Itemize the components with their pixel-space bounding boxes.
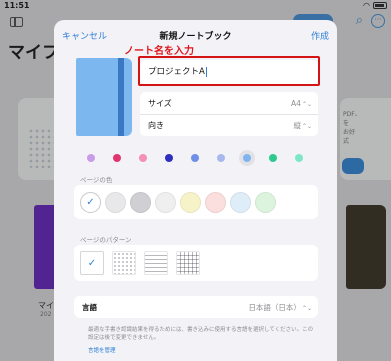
page-color-picker: ✓ bbox=[74, 185, 318, 219]
settings-group: サイズ A4⌃⌄ 向き 縦⌃⌄ bbox=[140, 92, 318, 136]
sheet-header: キャンセル 新規ノートブック 作成 bbox=[54, 20, 337, 50]
orientation-label: 向き bbox=[148, 121, 164, 130]
page-color-swatch[interactable] bbox=[255, 191, 276, 213]
language-row[interactable]: 言語 日本語（日本）⌃⌄ bbox=[74, 296, 318, 318]
page-pattern-label: ページのパターン bbox=[80, 236, 132, 244]
language-label: 言語 bbox=[82, 302, 97, 312]
cover-color-swatch[interactable] bbox=[269, 154, 277, 162]
checkmark-icon: ✓ bbox=[87, 257, 97, 269]
language-value: 日本語（日本） bbox=[248, 302, 301, 312]
manage-languages-link[interactable]: 言語を管理 bbox=[88, 346, 116, 354]
cover-color-swatch[interactable] bbox=[243, 154, 251, 162]
cover-color-swatch[interactable] bbox=[191, 154, 199, 162]
sheet-title: 新規ノートブック bbox=[159, 32, 232, 42]
size-label: サイズ bbox=[148, 98, 172, 108]
orientation-row[interactable]: 向き 縦⌃⌄ bbox=[140, 114, 318, 136]
annotation-label: ノート名を入力 bbox=[124, 46, 194, 57]
page-color-swatch[interactable] bbox=[105, 191, 126, 213]
page-color-label: ページの色 bbox=[80, 176, 113, 184]
page-color-swatch[interactable] bbox=[205, 191, 226, 213]
cover-band bbox=[118, 58, 124, 136]
create-button[interactable]: 作成 bbox=[311, 29, 329, 42]
chevron-updown-icon: ⌃⌄ bbox=[301, 304, 312, 312]
cover-color-swatch[interactable] bbox=[87, 154, 95, 162]
pattern-dots[interactable] bbox=[112, 251, 136, 275]
checkmark-icon: ✓ bbox=[86, 196, 95, 208]
size-value: A4 bbox=[291, 98, 301, 108]
page-pattern-picker: ✓ bbox=[74, 245, 318, 281]
new-notebook-sheet: キャンセル 新規ノートブック 作成 プロジェクトA サイズ A4⌃⌄ 向き 縦⌃… bbox=[54, 20, 337, 361]
cover-color-swatch[interactable] bbox=[113, 154, 121, 162]
cover-color-picker bbox=[87, 154, 321, 162]
pattern-lines[interactable] bbox=[144, 251, 168, 275]
page-color-swatch[interactable] bbox=[180, 191, 201, 213]
size-row[interactable]: サイズ A4⌃⌄ bbox=[140, 92, 318, 114]
language-note: 最適な手書き認識結果を得るためには、書き込みに使用する言語を選択してください。こ… bbox=[88, 327, 314, 341]
cover-color-swatch[interactable] bbox=[139, 154, 147, 162]
cover-color-swatch[interactable] bbox=[165, 154, 173, 162]
cover-color-swatch[interactable] bbox=[217, 154, 225, 162]
pattern-blank[interactable]: ✓ bbox=[80, 251, 104, 275]
pattern-grid[interactable] bbox=[176, 251, 200, 275]
annotation-highlight-box bbox=[138, 56, 320, 86]
page-color-swatch[interactable] bbox=[130, 191, 151, 213]
page-color-swatch[interactable] bbox=[230, 191, 251, 213]
orientation-value: 縦 bbox=[293, 121, 301, 130]
page-color-swatch[interactable]: ✓ bbox=[80, 191, 101, 213]
notebook-cover-preview bbox=[76, 58, 132, 136]
chevron-updown-icon: ⌃⌄ bbox=[301, 100, 312, 108]
chevron-updown-icon: ⌃⌄ bbox=[301, 123, 312, 130]
page-color-swatch[interactable] bbox=[155, 191, 176, 213]
cover-color-swatch[interactable] bbox=[295, 154, 303, 162]
